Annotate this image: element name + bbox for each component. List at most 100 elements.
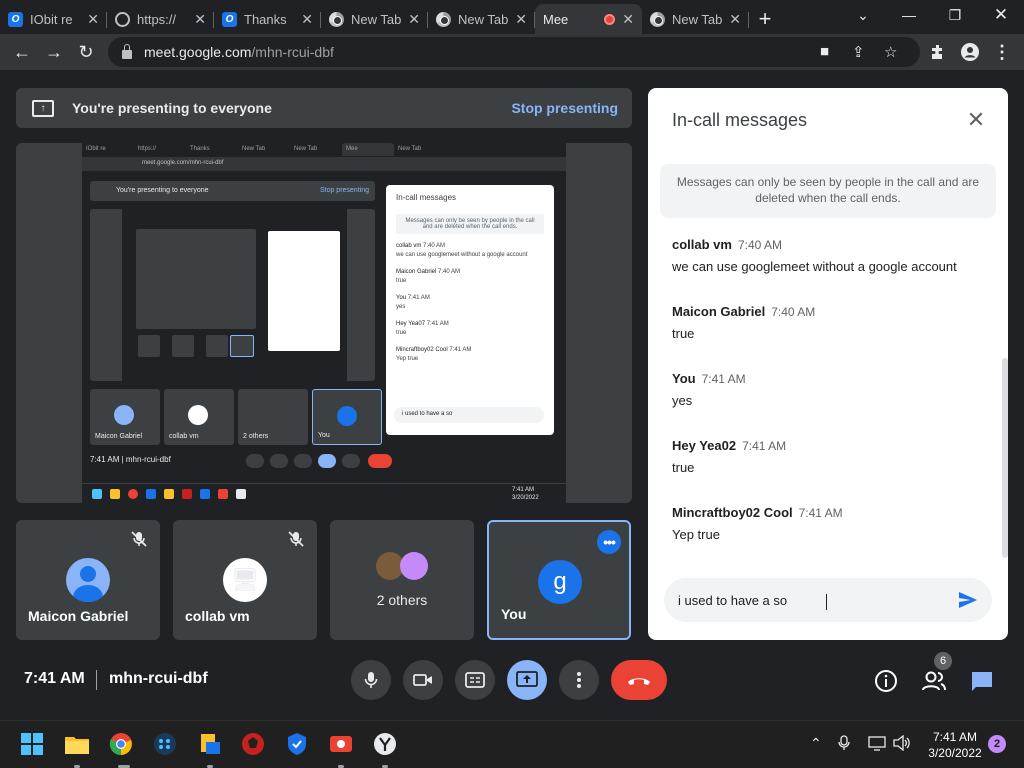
globe-icon [115,11,130,27]
microphone-icon[interactable] [838,735,850,754]
files-app-icon[interactable] [197,731,223,757]
chat-button[interactable] [969,668,995,694]
mini-tile: Maicon Gabriel [90,389,160,445]
close-icon[interactable]: ✕ [515,11,527,28]
info-icon [875,670,897,692]
system-date: 3/20/2022 [928,746,982,760]
windows-start-icon[interactable] [19,731,45,757]
reload-icon[interactable]: ↻ [70,36,102,68]
leave-call-button[interactable] [611,660,667,700]
participant-tile-others[interactable]: 2 others [330,520,474,640]
close-icon[interactable]: ✕ [87,11,99,28]
browser-tab-new-2[interactable]: New Tab ✕ [428,4,535,34]
app-launcher-icon[interactable] [152,731,178,757]
chat-scrollbar[interactable] [1002,358,1008,558]
maximize-button[interactable]: ❐ [932,0,978,30]
browser-tab-meet[interactable]: Mee ✕ [535,4,642,89]
message-time: 7:40 AM [737,238,782,252]
meeting-code: mhn-rcui-dbf [109,670,208,687]
new-tab-button[interactable]: + [749,4,781,34]
chat-message-input[interactable] [678,590,938,610]
meeting-details-button[interactable] [873,668,899,694]
share-icon[interactable]: ⇪ [852,43,865,61]
more-options-button[interactable] [559,660,599,700]
send-icon[interactable] [956,588,980,612]
chrome-icon[interactable] [108,731,134,757]
profile-icon[interactable] [954,36,986,68]
chrome-icon [650,11,665,27]
participant-tile-you[interactable]: ••• g You [487,520,631,640]
browser-tab-new-3[interactable]: New Tab ✕ [642,4,749,34]
mini-system-clock: 7:41 AM 3/20/2022 [512,487,539,501]
display-icon[interactable] [868,735,886,754]
message-text: true [672,460,695,475]
message-sender: Hey Yea02 [672,438,737,453]
volume-icon[interactable] [893,734,911,754]
chat-notice: Messages can only be seen by people in t… [660,164,996,218]
shared-screen-tile: IObit re https:// Thanks New Tab New Tab… [16,143,632,503]
people-button[interactable] [921,668,947,694]
security-app-icon[interactable] [240,731,266,757]
mini-control [246,454,264,468]
participant-tile-collab-vm[interactable]: 🖥 collab vm [173,520,317,640]
microphone-button[interactable] [351,660,391,700]
browser-tab-new-1[interactable]: New Tab ✕ [321,4,428,34]
mini-message: Maicon Gabriel 7:40 AM true [396,269,461,284]
close-icon[interactable]: ✕ [301,11,313,28]
mini-chat-input: i used to have a so [394,407,544,423]
close-icon[interactable]: ✕ [962,106,990,134]
message-sender: Mincraftboy02 Cool [672,505,793,520]
present-now-button[interactable] [507,660,547,700]
iobit-icon: O [222,11,237,27]
minimize-button[interactable]: — [886,0,932,30]
mic-off-icon [131,531,147,547]
lock-icon [122,43,132,59]
browser-tab-https[interactable]: https:// ✕ [107,4,214,34]
participant-tile-maicon[interactable]: Maicon Gabriel [16,520,160,640]
menu-dots-icon[interactable]: ⋮ [986,36,1018,68]
call-time: 7:41 AM [24,670,85,687]
mini-tile: You [312,389,382,445]
back-arrow-icon[interactable]: ← [6,36,38,68]
address-bar[interactable]: meet.google.com/mhn-rcui-dbf ■ ⇪ ☆ [108,37,920,67]
close-icon[interactable]: ✕ [622,11,634,28]
shield-icon[interactable] [284,731,310,757]
system-tool-icon[interactable] [372,731,398,757]
mic-off-icon [288,531,304,547]
close-window-button[interactable]: ✕ [978,0,1024,30]
others-count-label: 2 others [376,592,428,608]
screen-recorder-icon[interactable] [328,731,354,757]
camera-button[interactable] [403,660,443,700]
mini-chat-title: In-call messages [396,193,457,202]
tab-title: New Tab [351,11,402,27]
system-clock[interactable]: 7:41 AM 3/20/2022 [920,729,990,761]
browser-toolbar: ← → ↻ meet.google.com/mhn-rcui-dbf ■ ⇪ ☆… [0,34,1024,70]
stop-presenting-button[interactable]: Stop presenting [511,100,618,116]
message-sender: Maicon Gabriel [672,304,766,319]
mini-shared-screen [90,209,375,381]
captions-button[interactable] [455,660,495,700]
tab-search-icon[interactable]: ⌄ [840,0,886,30]
mini-tab: https:// [138,146,157,152]
close-icon[interactable]: ✕ [729,11,741,28]
mini-presenting-text: You're presenting to everyone [116,187,209,194]
close-icon[interactable]: ✕ [194,11,206,28]
chevron-up-icon[interactable]: ⌃ [810,735,822,752]
browser-tab-thanks[interactable]: O Thanks ✕ [214,4,321,34]
participant-name: You [501,606,527,622]
chat-input-container [664,578,992,622]
browser-tab-iobit-1[interactable]: O IObit re ✕ [0,4,107,34]
more-options-icon[interactable]: ••• [597,530,621,554]
notification-badge[interactable]: 2 [988,735,1006,753]
file-explorer-icon[interactable] [64,731,90,757]
close-icon[interactable]: ✕ [408,11,420,28]
extensions-icon[interactable] [922,36,954,68]
camera-icon[interactable]: ■ [820,43,829,60]
chat-message: Maicon Gabriel 7:40 AM true [672,303,992,341]
participant-name: collab vm [185,608,250,624]
forward-arrow-icon[interactable]: → [38,36,70,68]
message-time: 7:41 AM [742,439,787,453]
mini-taskbar: 7:41 AM 3/20/2022 [82,483,566,503]
bookmark-star-icon[interactable]: ☆ [884,43,897,61]
mini-message: You 7:41 AM yes [396,295,430,310]
